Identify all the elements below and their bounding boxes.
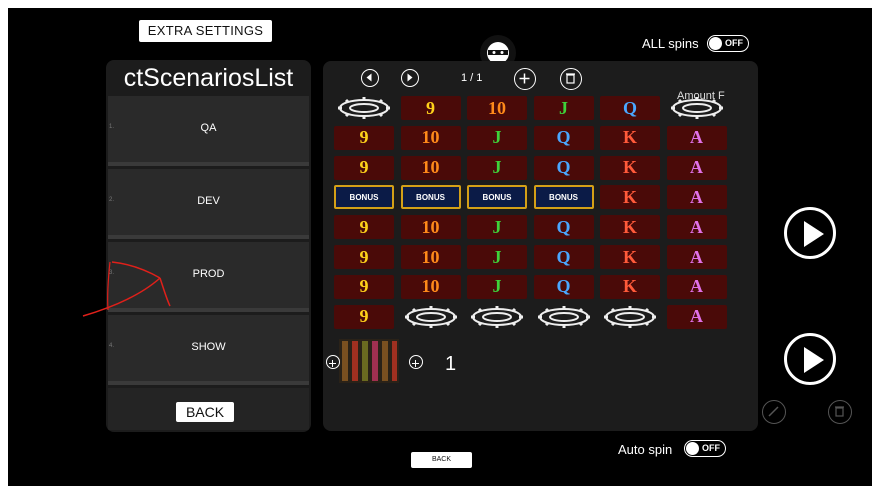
play-triangle (804, 347, 824, 373)
auto-spin-state: OFF (702, 443, 720, 453)
add-right-icon[interactable] (409, 355, 423, 369)
reel-editor-panel: 1 / 1 Amount F 9 10 J Q 9 10 J Q K A 9 10 J Q K A BONUS B… (323, 61, 758, 431)
scenario-label: QA (200, 122, 217, 134)
reel-cell-9[interactable]: 9 (334, 215, 394, 240)
all-spins-label: ALL spins (642, 36, 699, 51)
reel-cell-j[interactable]: J (533, 96, 594, 120)
play-triangle (804, 221, 824, 247)
reel-cell-9[interactable]: 9 (334, 304, 394, 329)
gear-icon[interactable] (534, 305, 594, 329)
reel-cell-a[interactable]: A (666, 185, 727, 210)
auto-spin-label: Auto spin (618, 442, 673, 457)
reel-cell-a[interactable]: A (666, 245, 727, 269)
extra-settings-button[interactable]: EXTRA SETTINGS (139, 20, 272, 42)
reel-cell-k[interactable]: K (600, 155, 660, 180)
scenarios-back-button[interactable]: BACK (176, 402, 234, 422)
gear-icon[interactable] (667, 96, 727, 120)
reel-cell-10[interactable]: 10 (400, 215, 461, 240)
annotation-arrow (82, 261, 171, 317)
scenario-label: SHOW (191, 341, 226, 353)
toggle-knob (709, 37, 722, 50)
reel-cell-k[interactable]: K (600, 274, 660, 299)
reel-cell-j[interactable]: J (467, 215, 527, 240)
reel-cell-k[interactable]: K (600, 215, 660, 240)
toggle-knob (686, 442, 699, 455)
reel-cell-q[interactable]: Q (533, 245, 594, 269)
trash-icon[interactable] (560, 68, 582, 90)
reel-cell-bonus[interactable]: BONUS (467, 185, 527, 210)
bottom-back-button[interactable]: BACK (411, 452, 472, 468)
reel-cell-q[interactable]: Q (533, 155, 594, 180)
reel-cell-q[interactable]: Q (533, 215, 594, 240)
reel-cell-a[interactable]: A (666, 304, 727, 329)
gear-icon[interactable] (334, 96, 394, 120)
auto-spin-toggle[interactable]: OFF (684, 440, 726, 457)
reel-cell-q[interactable]: Q (600, 96, 660, 120)
all-spins-toggle[interactable]: OFF (707, 35, 749, 52)
reel-cell-bonus[interactable]: BONUS (334, 185, 394, 210)
reel-cell-q[interactable]: Q (533, 274, 594, 299)
play-icon[interactable] (784, 333, 836, 385)
reel-cell-k[interactable]: K (600, 125, 660, 150)
reel-cell-9[interactable]: 9 (334, 274, 394, 299)
reel-cell-10[interactable]: 10 (400, 125, 461, 150)
reel-cell-10[interactable]: 10 (467, 96, 527, 120)
reel-cell-10[interactable]: 10 (400, 274, 461, 299)
reel-cell-j[interactable]: J (467, 245, 527, 269)
game-screen: EXTRA SETTINGS ALL spins OFF ctScenarios… (8, 8, 872, 486)
reel-cell-k[interactable]: K (600, 245, 660, 269)
add-left-icon[interactable] (326, 355, 340, 369)
reel-grid: 9 10 J Q 9 10 J Q K A 9 10 J Q K A BONUS BONUS BONUS BONUS K… (334, 96, 734, 336)
reel-cell-j[interactable]: J (467, 155, 527, 180)
reel-cell-9[interactable]: 9 (400, 96, 461, 120)
reel-cell-10[interactable]: 10 (400, 155, 461, 180)
scenario-item-dev[interactable]: 2. DEV (108, 169, 309, 239)
gear-icon[interactable] (467, 305, 527, 329)
scenarios-title: ctScenariosList (123, 64, 294, 92)
reel-cell-10[interactable]: 10 (400, 245, 461, 269)
trash-icon[interactable] (828, 400, 852, 424)
reel-cell-bonus[interactable]: BONUS (533, 185, 594, 210)
circle-right-icon[interactable] (401, 69, 419, 87)
reel-cell-q[interactable]: Q (533, 125, 594, 150)
circle-left-icon[interactable] (361, 69, 379, 87)
gear-icon[interactable] (600, 305, 660, 329)
reel-strip-thumbnail[interactable] (339, 339, 399, 383)
reel-cell-bonus[interactable]: BONUS (400, 185, 461, 210)
plus-circle-icon[interactable] (514, 68, 536, 90)
reel-cell-9[interactable]: 9 (334, 125, 394, 150)
reel-cell-a[interactable]: A (666, 125, 727, 150)
reel-cell-j[interactable]: J (467, 274, 527, 299)
reel-cell-a[interactable]: A (666, 155, 727, 180)
scenario-item-qa[interactable]: 1. QA (108, 96, 309, 166)
reel-cell-9[interactable]: 9 (334, 245, 394, 269)
scenarios-panel: ctScenariosList 1. QA 2. DEV 3. PROD 4. … (106, 60, 311, 432)
all-spins-state: OFF (725, 38, 743, 48)
scenario-label: DEV (197, 195, 220, 207)
reel-cell-j[interactable]: J (467, 125, 527, 150)
reel-cell-9[interactable]: 9 (334, 155, 394, 180)
pencil-icon[interactable] (762, 400, 786, 424)
reel-cell-k[interactable]: K (600, 185, 660, 210)
reel-cell-a[interactable]: A (666, 215, 727, 240)
play-icon[interactable] (784, 207, 836, 259)
counter-value: 1 (445, 353, 457, 375)
gear-icon[interactable] (401, 305, 461, 329)
reel-cell-a[interactable]: A (666, 274, 727, 299)
page-indicator: 1 / 1 (461, 72, 483, 84)
